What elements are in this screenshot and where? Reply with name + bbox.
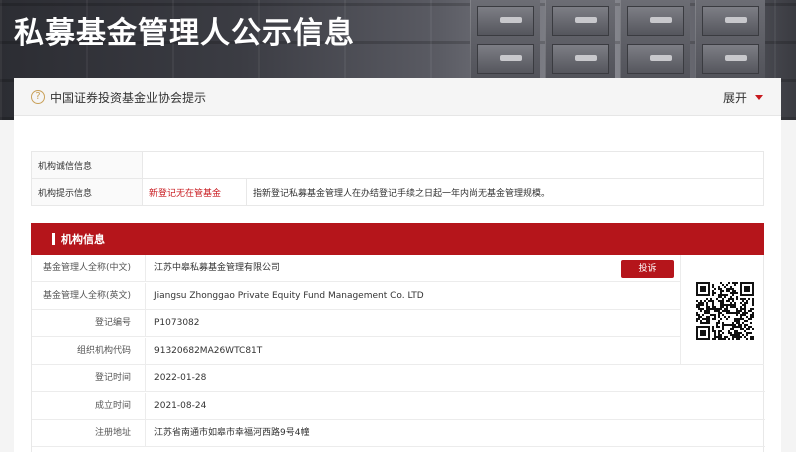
section-header: 机构信息 — [31, 223, 764, 255]
table-row: 登记时间 2022-01-28 — [32, 365, 765, 392]
info-label: 基金管理人全称(中文) — [42, 263, 131, 273]
info-value: 2022-01-28 — [154, 373, 207, 383]
info-label: 组织机构代码 — [76, 346, 131, 356]
info-value: 91320682MA26WTC81T — [154, 346, 263, 356]
credit-label: 机构提示信息 — [31, 178, 143, 206]
info-value: 江苏省南通市如皋市幸福河西路9号4幢 — [154, 428, 310, 438]
info-label: 注册地址 — [94, 428, 131, 438]
table-row: 基金管理人全称(英文) Jiangsu Zhonggao Private Equ… — [32, 283, 680, 310]
credit-desc: 指新登记私募基金管理人在办结登记手续之日起一年内尚无基金管理规模。 — [246, 178, 764, 206]
page-title: 私募基金管理人公示信息 — [14, 16, 355, 51]
info-value: 江苏中皋私募基金管理有限公司 — [154, 263, 281, 273]
notice-text: 中国证券投资基金业协会提示 — [50, 91, 207, 105]
info-label: 登记编号 — [94, 318, 131, 328]
credit-tag: 新登记无在管基金 — [142, 178, 247, 206]
info-label: 成立时间 — [94, 401, 131, 411]
info-value: Jiangsu Zhonggao Private Equity Fund Man… — [154, 291, 424, 301]
info-label: 基金管理人全称(英文) — [42, 291, 131, 301]
expand-toggle[interactable]: 展开 — [723, 89, 763, 106]
table-row: 注册地址 江苏省南通市如皋市幸福河西路9号4幢 — [32, 420, 765, 447]
table-row: 组织机构代码 91320682MA26WTC81T — [32, 338, 680, 365]
expand-label[interactable]: 展开 — [723, 91, 747, 105]
question-circle-icon: ? — [31, 90, 45, 104]
content-panel: ? 中国证券投资基金业协会提示 展开 机构诚信信息 机构提示信息 新登记无在管基… — [14, 78, 781, 452]
info-table: 基金管理人全称(中文) 江苏中皋私募基金管理有限公司 投诉 基金管理人全称(英文… — [31, 255, 765, 452]
section-marker — [52, 233, 55, 245]
caret-down-icon[interactable] — [755, 95, 763, 100]
notice-bar: ? 中国证券投资基金业协会提示 展开 — [14, 78, 781, 116]
complain-button[interactable]: 投诉 — [621, 260, 674, 278]
info-value: P1073082 — [154, 318, 200, 328]
qr-code-icon — [696, 282, 754, 340]
info-value: 2021-08-24 — [154, 401, 207, 411]
credit-value — [142, 151, 764, 179]
qr-code-cell — [680, 255, 764, 365]
credit-table: 机构诚信信息 机构提示信息 新登记无在管基金 指新登记私募基金管理人在办结登记手… — [31, 151, 764, 206]
info-label: 登记时间 — [94, 373, 131, 383]
credit-label: 机构诚信信息 — [31, 151, 143, 179]
section-title: 机构信息 — [61, 233, 105, 246]
table-row: 基金管理人全称(中文) 江苏中皋私募基金管理有限公司 投诉 — [32, 255, 680, 282]
table-row: 登记编号 P1073082 — [32, 310, 680, 337]
table-row: 机构提示信息 新登记无在管基金 指新登记私募基金管理人在办结登记手续之日起一年内… — [31, 178, 764, 206]
table-row: 成立时间 2021-08-24 — [32, 393, 765, 420]
table-row: 机构诚信信息 — [31, 151, 764, 179]
